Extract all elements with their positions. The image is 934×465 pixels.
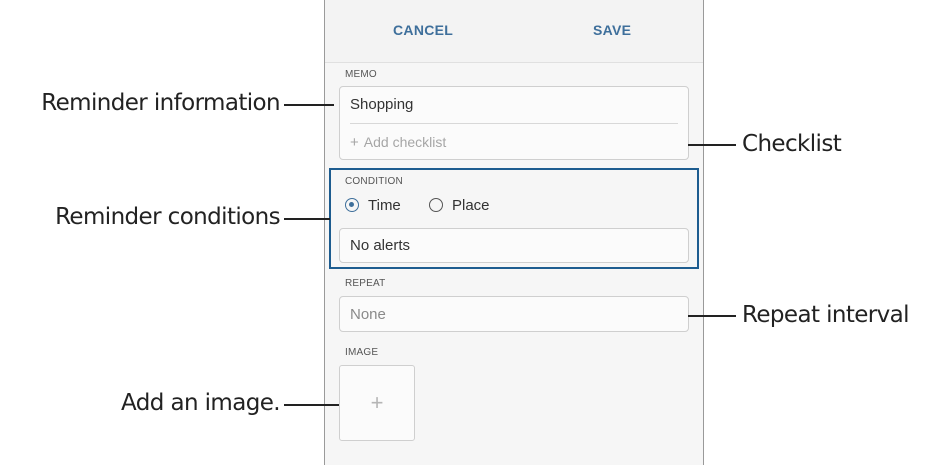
callout-line-reminder-information [284,104,334,106]
action-bar: CANCEL SAVE [325,0,703,63]
radio-checked-icon [345,198,359,212]
memo-divider [350,123,678,124]
alert-selector[interactable]: No alerts [339,228,689,263]
repeat-selector[interactable]: None [339,296,689,332]
cancel-button[interactable]: CANCEL [393,22,453,38]
repeat-value: None [350,306,386,323]
option-time-label: Time [368,197,401,214]
repeat-section-label: REPEAT [345,278,386,289]
reminder-edit-screen: CANCEL SAVE MEMO Shopping + Add checklist… [324,0,704,465]
callout-checklist: Checklist [742,131,842,157]
callout-reminder-information: Reminder information [41,90,280,116]
memo-field: Shopping + Add checklist [339,86,689,160]
callout-reminder-conditions: Reminder conditions [55,204,281,230]
plus-icon: + [350,134,359,151]
condition-option-place[interactable]: Place [429,197,490,214]
callout-repeat-interval: Repeat interval [742,302,910,328]
callout-line-reminder-conditions [284,218,330,220]
add-checklist-label: Add checklist [363,134,447,150]
condition-option-time[interactable]: Time [345,197,401,214]
add-image-button[interactable]: + [339,365,415,441]
memo-input[interactable]: Shopping [350,96,413,113]
image-section-label: IMAGE [345,347,379,358]
callout-line-repeat-interval [688,315,736,317]
callout-line-checklist [688,144,736,146]
callout-line-add-image [284,404,339,406]
radio-unchecked-icon [429,198,443,212]
memo-section-label: MEMO [345,69,377,80]
condition-section-label: CONDITION [345,176,403,187]
save-button[interactable]: SAVE [593,22,631,38]
add-checklist-button[interactable]: + Add checklist [350,134,446,151]
alert-value: No alerts [350,237,411,254]
plus-icon: + [370,390,384,415]
option-place-label: Place [452,197,490,214]
callout-add-image: Add an image. [121,390,281,416]
